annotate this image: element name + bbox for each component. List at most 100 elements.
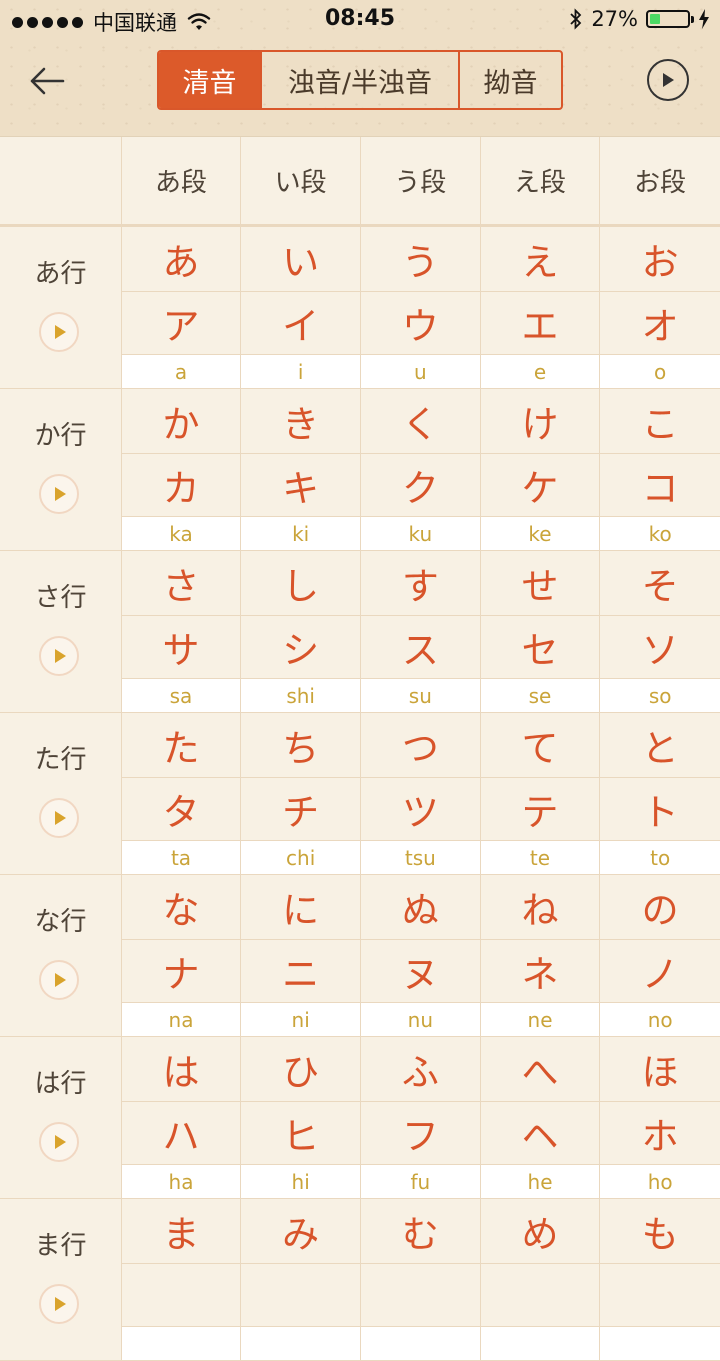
- hiragana: つ: [361, 713, 480, 778]
- katakana: エ: [521, 305, 559, 348]
- romaji: [480, 1326, 600, 1360]
- kana-cell[interactable]: きキ ki: [241, 389, 361, 550]
- kana-cell[interactable]: くク ku: [361, 389, 481, 550]
- kana-cell[interactable]: さサ sa: [121, 551, 242, 712]
- row-header: な行: [0, 875, 122, 1036]
- charging-bolt-icon: [699, 9, 709, 29]
- hiragana: く: [361, 389, 480, 454]
- kana-cell[interactable]: あアa: [121, 227, 242, 388]
- katakana: タ: [162, 791, 200, 834]
- hiragana: み: [241, 1199, 360, 1264]
- hiragana: に: [241, 875, 360, 940]
- romaji: ki: [241, 516, 360, 550]
- romaji: e: [480, 354, 600, 388]
- kana-cell[interactable]: ちチ chi: [241, 713, 361, 874]
- kana-cell[interactable]: ひヒ hi: [241, 1037, 361, 1198]
- romaji: ku: [361, 516, 480, 550]
- tab-youon[interactable]: 拗音: [458, 52, 561, 108]
- hiragana: ぬ: [361, 875, 480, 940]
- kana-cell[interactable]: ぬヌ nu: [361, 875, 481, 1036]
- kana-cell[interactable]: すス su: [361, 551, 481, 712]
- hiragana: ま: [121, 1199, 241, 1264]
- kana-cell[interactable]: こコ ko: [600, 389, 720, 550]
- kana-cell[interactable]: ふフ fu: [361, 1037, 481, 1198]
- kana-cell[interactable]: つツ tsu: [361, 713, 481, 874]
- kana-cell[interactable]: せセ se: [480, 551, 601, 712]
- kana-cell[interactable]: うウu: [361, 227, 481, 388]
- play-all-button[interactable]: [647, 59, 689, 101]
- tab-dakuon-handakuon[interactable]: 浊音/半浊音: [259, 52, 458, 108]
- katakana: ヘ: [521, 1115, 559, 1158]
- row-play-button[interactable]: [39, 798, 79, 838]
- romaji: se: [480, 678, 600, 712]
- table-row: さ行 さサ sa しシ shi すス su せセ se そソ so: [0, 551, 720, 713]
- katakana: ノ: [641, 953, 679, 996]
- row-play-button[interactable]: [39, 1284, 79, 1324]
- kana-cell[interactable]: なナ na: [121, 875, 242, 1036]
- kana-cell[interactable]: とト to: [600, 713, 720, 874]
- kana-cell[interactable]: たタ ta: [121, 713, 242, 874]
- play-icon: [55, 811, 66, 825]
- hiragana: む: [361, 1199, 480, 1264]
- row-play-button[interactable]: [39, 960, 79, 1000]
- status-bar: 中国联通 08:45 27%: [0, 0, 720, 40]
- katakana: ツ: [401, 791, 439, 834]
- katakana: ト: [641, 791, 679, 834]
- hiragana: し: [241, 551, 360, 616]
- kana-cell[interactable]: けケ ke: [480, 389, 601, 550]
- hiragana: え: [480, 227, 600, 292]
- row-label: か行: [34, 421, 87, 451]
- hiragana: ね: [480, 875, 600, 940]
- katakana: コ: [641, 467, 679, 510]
- romaji: [241, 1326, 360, 1360]
- katakana: ア: [162, 305, 200, 348]
- table-row: た行 たタ ta ちチ chi つツ tsu てテ te とト to: [0, 713, 720, 875]
- kana-cell[interactable]: ま: [121, 1199, 242, 1360]
- kana-cell[interactable]: はハ ha: [121, 1037, 242, 1198]
- tab-seion[interactable]: 清音: [159, 52, 260, 108]
- row-play-button[interactable]: [39, 1122, 79, 1162]
- kana-cell[interactable]: ほホ ho: [600, 1037, 720, 1198]
- hiragana: こ: [600, 389, 720, 454]
- play-icon: [55, 649, 66, 663]
- play-icon: [55, 973, 66, 987]
- kana-cell[interactable]: いイi: [241, 227, 361, 388]
- kana-cell[interactable]: てテ te: [480, 713, 601, 874]
- top-bar: 中国联通 08:45 27% 清音 浊音/半浊音 拗音: [0, 0, 720, 137]
- row-label: さ行: [34, 583, 87, 613]
- column-header: う段: [361, 137, 481, 224]
- kana-cell[interactable]: ねネ ne: [480, 875, 601, 1036]
- kana-cell[interactable]: も: [600, 1199, 720, 1360]
- column-header: お段: [634, 168, 687, 198]
- kana-cell[interactable]: め: [480, 1199, 601, 1360]
- kana-cell[interactable]: み: [241, 1199, 361, 1360]
- romaji: sa: [121, 678, 241, 712]
- katakana: ニ: [282, 953, 320, 996]
- kana-cell[interactable]: かカ ka: [121, 389, 242, 550]
- back-button[interactable]: [24, 58, 70, 104]
- kana-cell[interactable]: おオo: [600, 227, 720, 388]
- kana-cell[interactable]: えエe: [480, 227, 601, 388]
- hiragana: へ: [480, 1037, 600, 1102]
- katakana: セ: [521, 629, 559, 672]
- table-row: は行 はハ ha ひヒ hi ふフ fu へヘ he ほホ ho: [0, 1037, 720, 1199]
- kana-cell[interactable]: そソ so: [600, 551, 720, 712]
- table-header: あ段 い段 う段 え段 お段: [0, 137, 720, 227]
- kana-cell[interactable]: しシ shi: [241, 551, 361, 712]
- katakana: ハ: [162, 1115, 200, 1158]
- row-play-button[interactable]: [39, 636, 79, 676]
- romaji: [121, 1326, 241, 1360]
- kana-cell[interactable]: のノ no: [600, 875, 720, 1036]
- romaji: su: [361, 678, 480, 712]
- katakana: [122, 1264, 241, 1326]
- romaji: u: [361, 354, 480, 388]
- romaji: a: [121, 354, 241, 388]
- table-body: あ行あア a いイ i うウ u えエ e おオ o か行かカ ka きキ ki くク ku けケ ke こコ ko さ…: [0, 227, 720, 1361]
- row-play-button[interactable]: [39, 474, 79, 514]
- kana-cell[interactable]: へヘ he: [480, 1037, 601, 1198]
- kana-cell[interactable]: む: [361, 1199, 481, 1360]
- table-row: あ行あア a いイ i うウ u えエ e おオ o: [0, 227, 720, 389]
- row-play-button[interactable]: [39, 312, 79, 352]
- romaji: tsu: [361, 840, 480, 874]
- kana-cell[interactable]: にニ ni: [241, 875, 361, 1036]
